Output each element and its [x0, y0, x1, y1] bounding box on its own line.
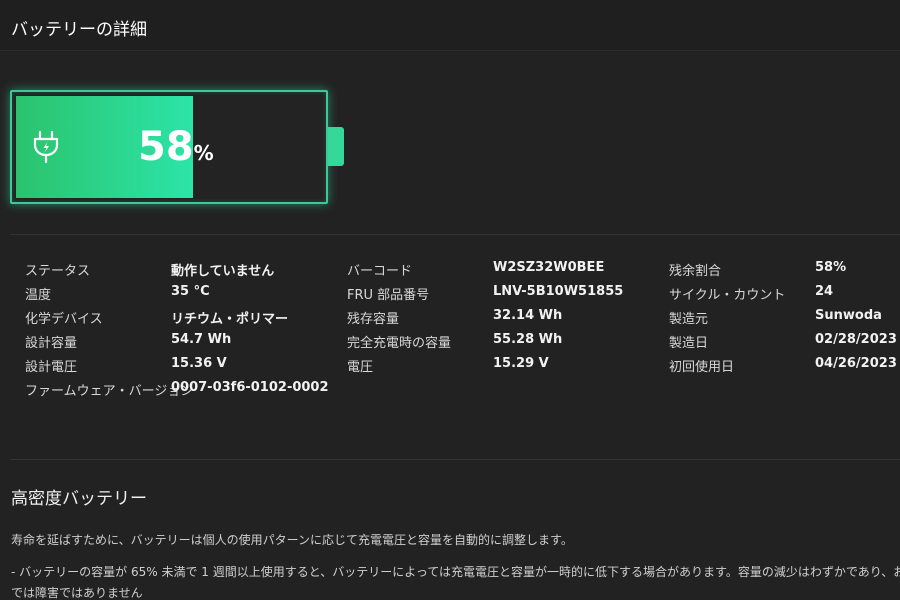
detail-label: ステータス [25, 264, 91, 279]
divider [10, 459, 900, 460]
title-bar: バッテリーの詳細 [0, 0, 900, 51]
detail-label: サイクル・カウント [669, 288, 786, 303]
detail-value: 15.29 V [493, 356, 549, 371]
detail-label: ファームウェア・バージョン [25, 384, 194, 399]
battery-terminal [328, 127, 344, 166]
detail-value: 32.14 Wh [493, 308, 563, 323]
detail-value: W2SZ32W0BEE [493, 260, 605, 275]
detail-value: 35 °C [171, 284, 210, 299]
high-density-description: 寿命を延ばすために、バッテリーは個人の使用パターンに応じて充電電圧と容量を自動的… [11, 533, 573, 547]
battery-percentage: 58% [138, 124, 214, 170]
detail-label: 温度 [25, 288, 52, 303]
high-density-note: - バッテリーの容量が 65% 未満で 1 週間以上使用すると、バッテリーによっ… [11, 565, 900, 579]
detail-label: 設計電圧 [25, 360, 78, 375]
high-density-note-continued: では障害ではありません [11, 586, 143, 600]
detail-value: LNV-5B10W51855 [493, 284, 624, 299]
detail-value: 15.36 V [171, 356, 227, 371]
high-density-battery-title: 高密度バッテリー [11, 489, 147, 509]
battery-percentage-value: 58 [138, 124, 194, 170]
divider [10, 234, 900, 235]
detail-label: 設計容量 [25, 336, 78, 351]
detail-value: 24 [815, 284, 834, 299]
detail-label: FRU 部品番号 [347, 288, 430, 303]
battery-shell: 58% [10, 90, 328, 204]
detail-value: 0007-03f6-0102-0002 [171, 380, 329, 395]
detail-label: 化学デバイス [25, 312, 103, 327]
detail-label: 残余割合 [669, 264, 722, 279]
plug-icon [33, 130, 59, 164]
detail-value: 動作していません [171, 264, 275, 279]
detail-value: 55.28 Wh [493, 332, 563, 347]
detail-label: 電圧 [347, 360, 374, 375]
detail-value: Sunwoda [815, 308, 882, 323]
detail-label: 初回使用日 [669, 360, 735, 375]
detail-label: 残存容量 [347, 312, 400, 327]
detail-label: バーコード [347, 264, 413, 279]
detail-label: 完全充電時の容量 [347, 336, 452, 351]
detail-label: 製造元 [669, 312, 709, 327]
detail-value: 54.7 Wh [171, 332, 232, 347]
detail-label: 製造日 [669, 336, 709, 351]
detail-value: 04/26/2023 [815, 356, 897, 371]
detail-value: リチウム・ポリマー [171, 312, 289, 327]
percent-sign: % [193, 141, 214, 165]
detail-value: 02/28/2023 [815, 332, 897, 347]
page-title: バッテリーの詳細 [11, 20, 147, 40]
detail-value: 58% [815, 260, 847, 275]
